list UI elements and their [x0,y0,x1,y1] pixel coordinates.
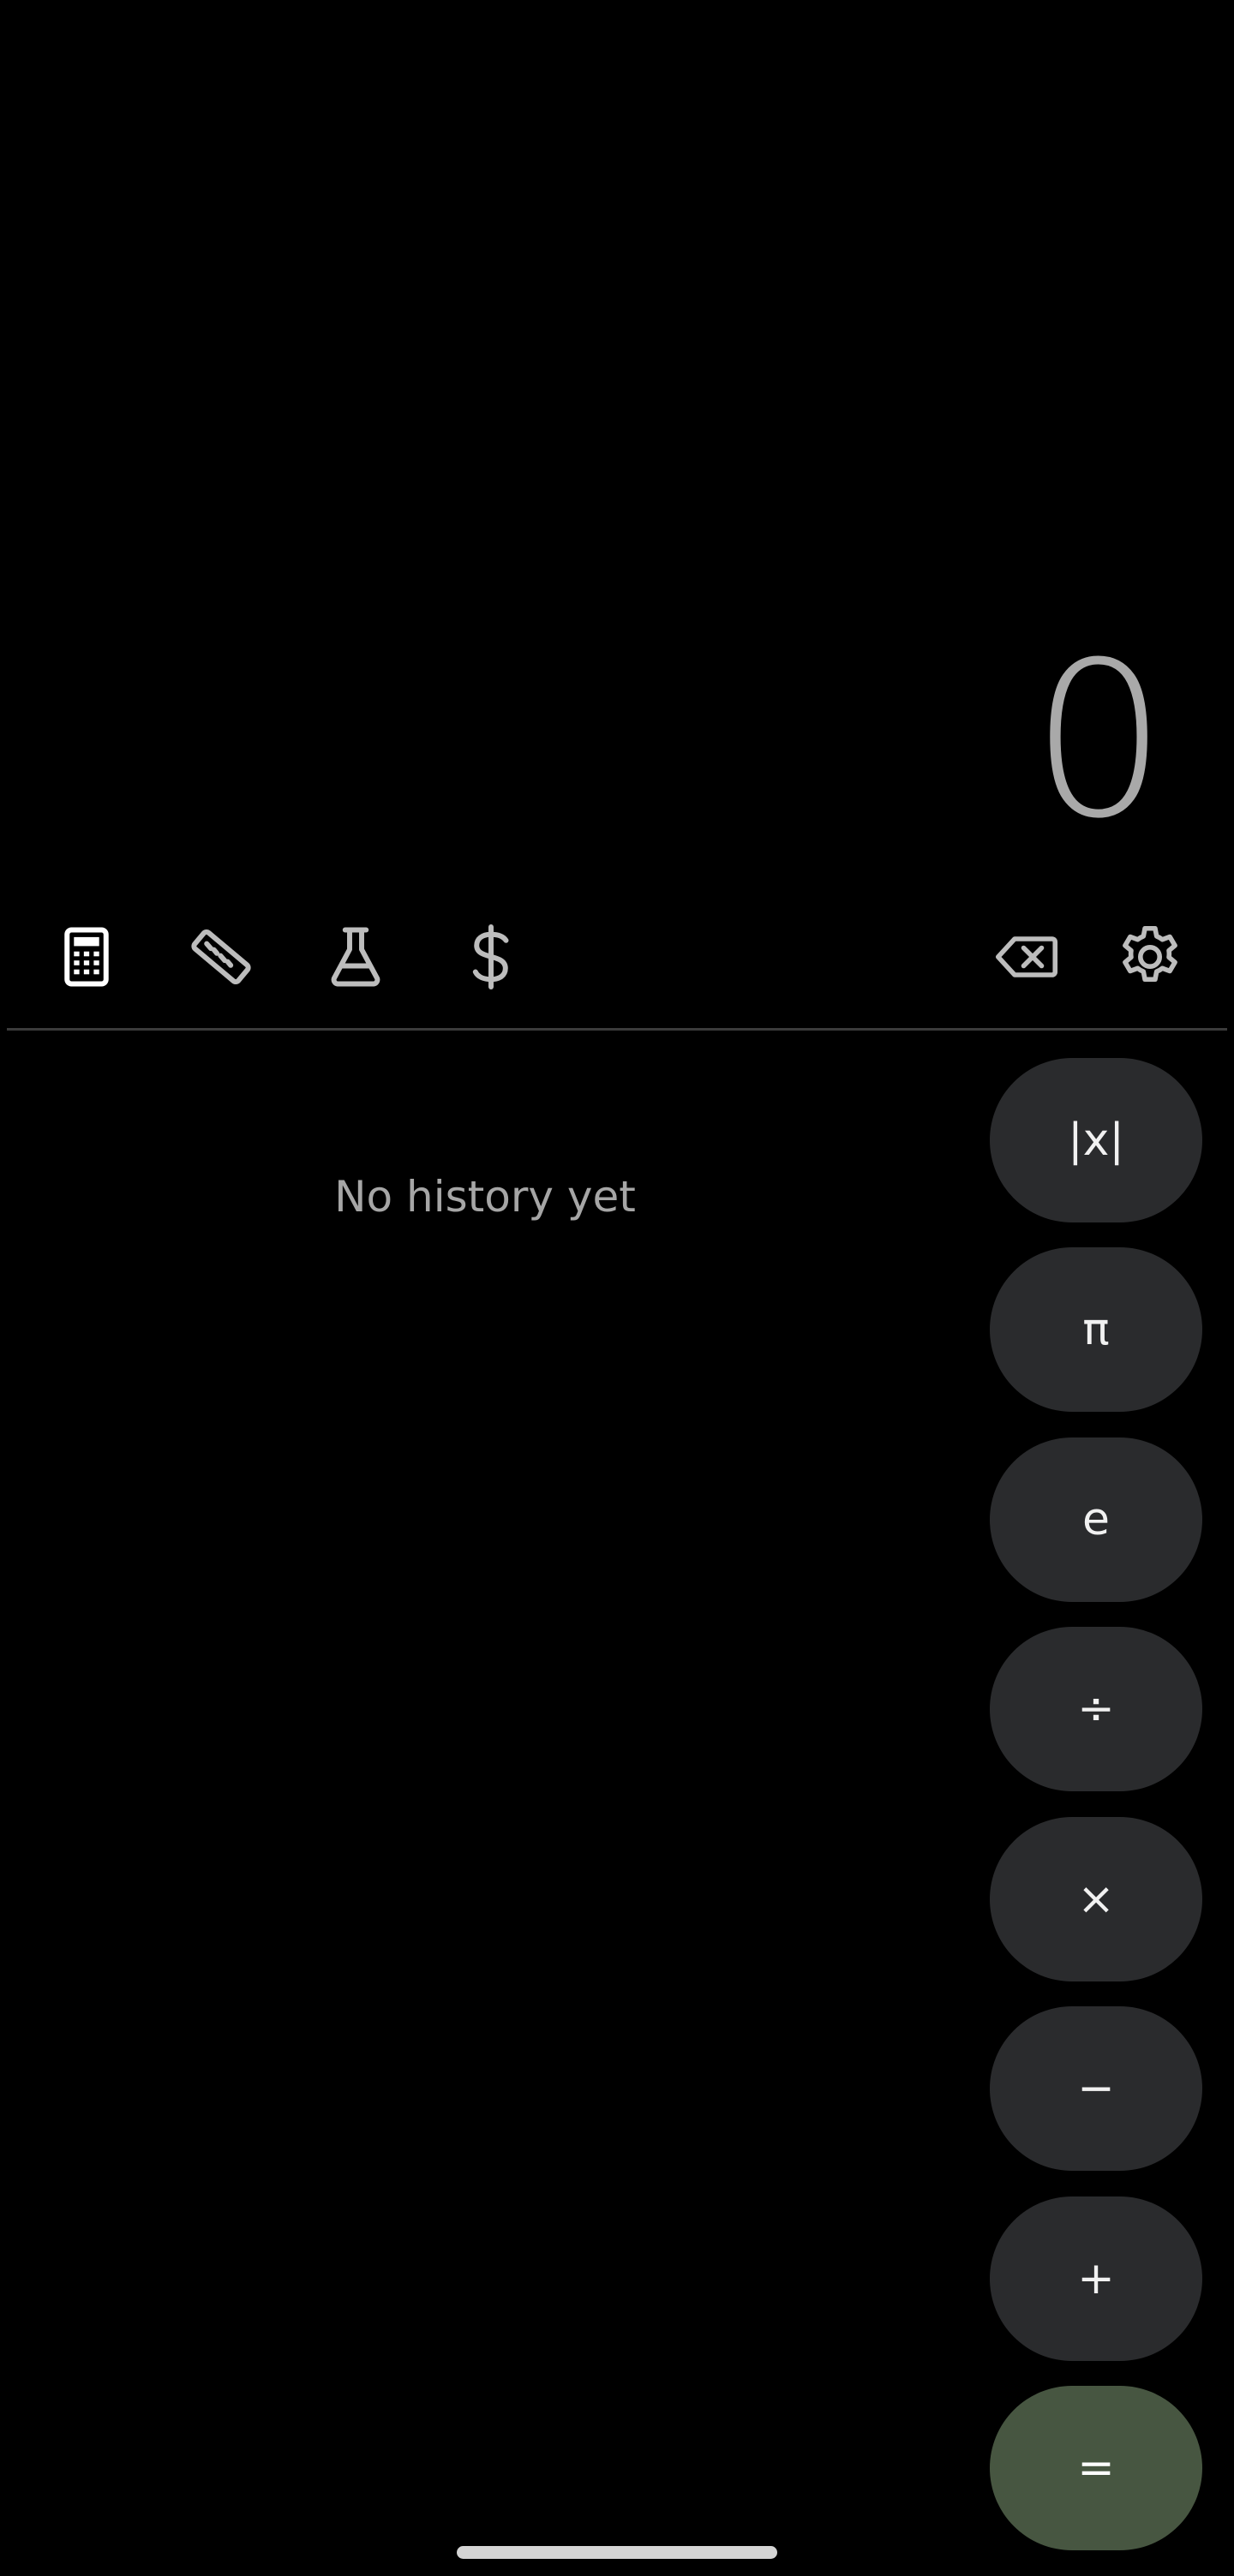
ruler-icon [191,929,251,985]
science-mode-button[interactable] [317,918,394,995]
unit-converter-button[interactable] [183,918,260,995]
divide-button[interactable]: ÷ [990,1627,1202,1791]
calculator-icon [64,927,109,987]
abs-button[interactable]: |x| [990,1058,1202,1222]
settings-button[interactable] [1111,918,1189,995]
minus-button[interactable]: − [990,2006,1202,2171]
calculator-mode-button[interactable] [48,918,125,995]
dollar-icon [472,924,509,989]
currency-mode-button[interactable] [452,918,530,995]
history-empty-message: No history yet [334,1172,636,1222]
e-button[interactable]: e [990,1437,1202,1602]
result-display: 0 [1030,616,1167,865]
backspace-button[interactable] [988,918,1065,995]
divider [7,1028,1227,1031]
equals-button[interactable]: = [990,2386,1202,2550]
gear-icon [1123,925,1177,983]
multiply-button[interactable]: × [990,1817,1202,1981]
home-indicator[interactable] [457,2546,777,2559]
backspace-icon [995,936,1058,977]
pi-button[interactable]: π [990,1247,1202,1412]
plus-button[interactable]: + [990,2196,1202,2361]
flask-icon [331,927,380,987]
